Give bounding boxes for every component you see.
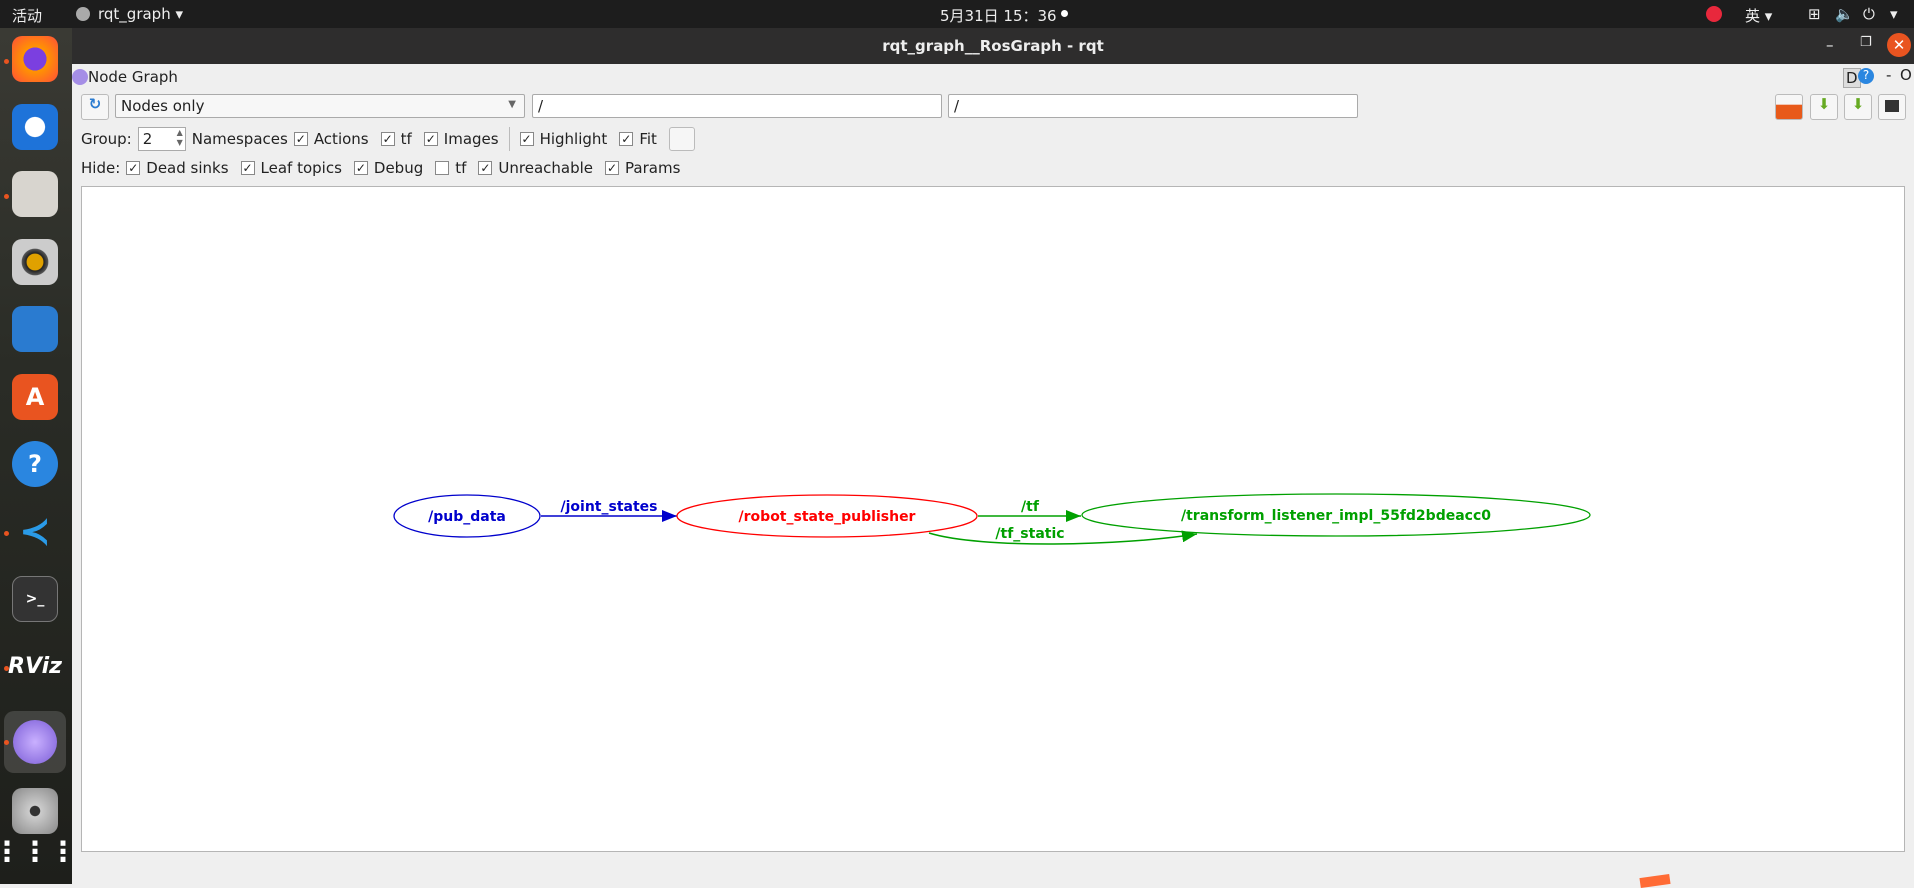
edge-label-tf[interactable]: /tf	[1021, 499, 1040, 515]
load-dot-button[interactable]	[1775, 94, 1803, 120]
images-checkbox[interactable]: ✓	[423, 132, 438, 146]
highlight-label: Highlight	[539, 130, 608, 148]
graph-canvas[interactable]: /joint_states /tf /tf_static /pub_data /…	[81, 186, 1905, 852]
save-svg-button[interactable]: ⬇	[1844, 94, 1872, 120]
app-grid-icon[interactable]: ⋮⋮⋮	[0, 828, 77, 874]
images-label: Images	[443, 130, 499, 148]
hide-row: Hide: ✓ Dead sinks ✓ Leaf topics ✓ Debug tf…	[81, 159, 680, 177]
actions-checkbox[interactable]: ✓	[293, 132, 308, 146]
dock: A ? ≺ >_ RViz ⋮⋮⋮	[0, 28, 77, 884]
group-value: 2	[142, 130, 153, 148]
window-title: rqt_graph__RosGraph - rqt	[882, 37, 1104, 55]
node-graph-icon	[72, 69, 88, 85]
namespaces-label: Namespaces	[191, 130, 288, 148]
network-icon[interactable]: ⊞	[1808, 5, 1821, 23]
node-label-robot-state-publisher[interactable]: /robot_state_publisher	[739, 509, 916, 525]
leaf-topics-label: Leaf topics	[260, 159, 342, 177]
app-menu[interactable]: rqt_graph ▾	[98, 5, 183, 23]
writer-icon[interactable]	[12, 306, 58, 352]
node-filter-input[interactable]: /	[532, 94, 942, 118]
window-titlebar: rqt_graph__RosGraph - rqt – ❐ ✕	[72, 28, 1914, 64]
top-bar: 活动 rqt_graph ▾ 5月31日 15：36 英 ▾ ⊞ 🔈 ⏻ ▾	[0, 0, 1914, 28]
rviz-icon[interactable]: RViz	[8, 643, 62, 689]
vscode-icon[interactable]: ≺	[12, 508, 58, 554]
rqt-app-icon	[76, 7, 90, 21]
unreachable-checkbox[interactable]: ✓	[478, 161, 493, 175]
options-row: Group: 2 ▲ ▼ Namespaces ✓ Actions ✓ tf ✓ Imag…	[81, 127, 695, 151]
firefox-icon[interactable]	[12, 36, 58, 82]
actions-label: Actions	[313, 130, 369, 148]
hide-tf-checkbox[interactable]	[435, 161, 450, 175]
node-label-pub-data[interactable]: /pub_data	[428, 509, 506, 525]
clock[interactable]: 5月31日 15：36	[940, 5, 1057, 26]
unreachable-label: Unreachable	[498, 159, 594, 177]
debug-checkbox[interactable]: ✓	[353, 161, 368, 175]
params-checkbox[interactable]: ✓	[605, 161, 620, 175]
fit-view-button[interactable]	[668, 127, 695, 151]
fit-checkbox[interactable]: ✓	[619, 132, 634, 146]
partial-window-icon	[1639, 873, 1671, 888]
tf-checkbox[interactable]: ✓	[380, 132, 395, 146]
tf-label: tf	[400, 130, 412, 148]
hide-tf-label: tf	[455, 159, 467, 177]
help-button[interactable]: ?	[1858, 68, 1874, 84]
leaf-topics-checkbox[interactable]: ✓	[240, 161, 255, 175]
chevron-down-icon: ▼	[508, 99, 516, 110]
save-image-button[interactable]	[1878, 94, 1906, 120]
do-not-disturb-icon[interactable]	[1706, 6, 1722, 22]
debug-label: Debug	[373, 159, 424, 177]
close-button[interactable]: ✕	[1887, 33, 1911, 57]
group-spinbox[interactable]: 2 ▲ ▼	[137, 127, 186, 151]
edge-label-tf-static[interactable]: /tf_static	[995, 526, 1064, 542]
volume-icon[interactable]: 🔈	[1835, 5, 1854, 23]
graph-svg: /joint_states /tf /tf_static /pub_data /…	[393, 493, 1591, 545]
plugin-minimize-button[interactable]: -	[1886, 66, 1891, 84]
restore-button[interactable]: ❐	[1860, 35, 1872, 50]
refresh-button[interactable]: ↻	[81, 94, 109, 120]
hide-label: Hide:	[81, 159, 121, 177]
topic-filter-input[interactable]: /	[948, 94, 1358, 118]
graph-mode-value: Nodes only	[121, 97, 205, 115]
app-center-icon[interactable]: A	[12, 374, 58, 420]
rhythmbox-icon[interactable]	[12, 239, 58, 285]
node-label-transform-listener[interactable]: /transform_listener_impl_55fd2bdeacc0	[1181, 508, 1491, 524]
help-icon[interactable]: ?	[12, 441, 58, 487]
activities-button[interactable]: 活动	[12, 5, 42, 26]
rqt-icon[interactable]	[13, 720, 57, 764]
minimize-button[interactable]: –	[1826, 36, 1834, 54]
divider	[508, 127, 510, 151]
graph-mode-select[interactable]: Nodes only ▼	[115, 94, 525, 118]
highlight-checkbox[interactable]: ✓	[519, 132, 534, 146]
system-menu-chevron-icon[interactable]: ▾	[1890, 5, 1898, 23]
terminal-icon[interactable]: >_	[12, 576, 58, 622]
files-icon[interactable]	[12, 171, 58, 217]
plugin-header: Node Graph	[72, 68, 178, 86]
save-dot-button[interactable]: ⬇	[1810, 94, 1838, 120]
thunderbird-icon[interactable]	[12, 104, 58, 150]
group-label: Group:	[81, 130, 132, 148]
dead-sinks-checkbox[interactable]: ✓	[126, 161, 141, 175]
dead-sinks-label: Dead sinks	[146, 159, 229, 177]
fit-label: Fit	[639, 130, 657, 148]
notification-dot	[1061, 10, 1068, 17]
params-label: Params	[625, 159, 681, 177]
power-icon[interactable]: ⏻	[1863, 5, 1875, 23]
plugin-close-button[interactable]: O	[1900, 66, 1912, 84]
input-method-menu[interactable]: 英 ▾	[1745, 5, 1772, 26]
edge-label-joint-states[interactable]: /joint_states	[561, 499, 658, 515]
plugin-title: Node Graph	[88, 68, 178, 86]
